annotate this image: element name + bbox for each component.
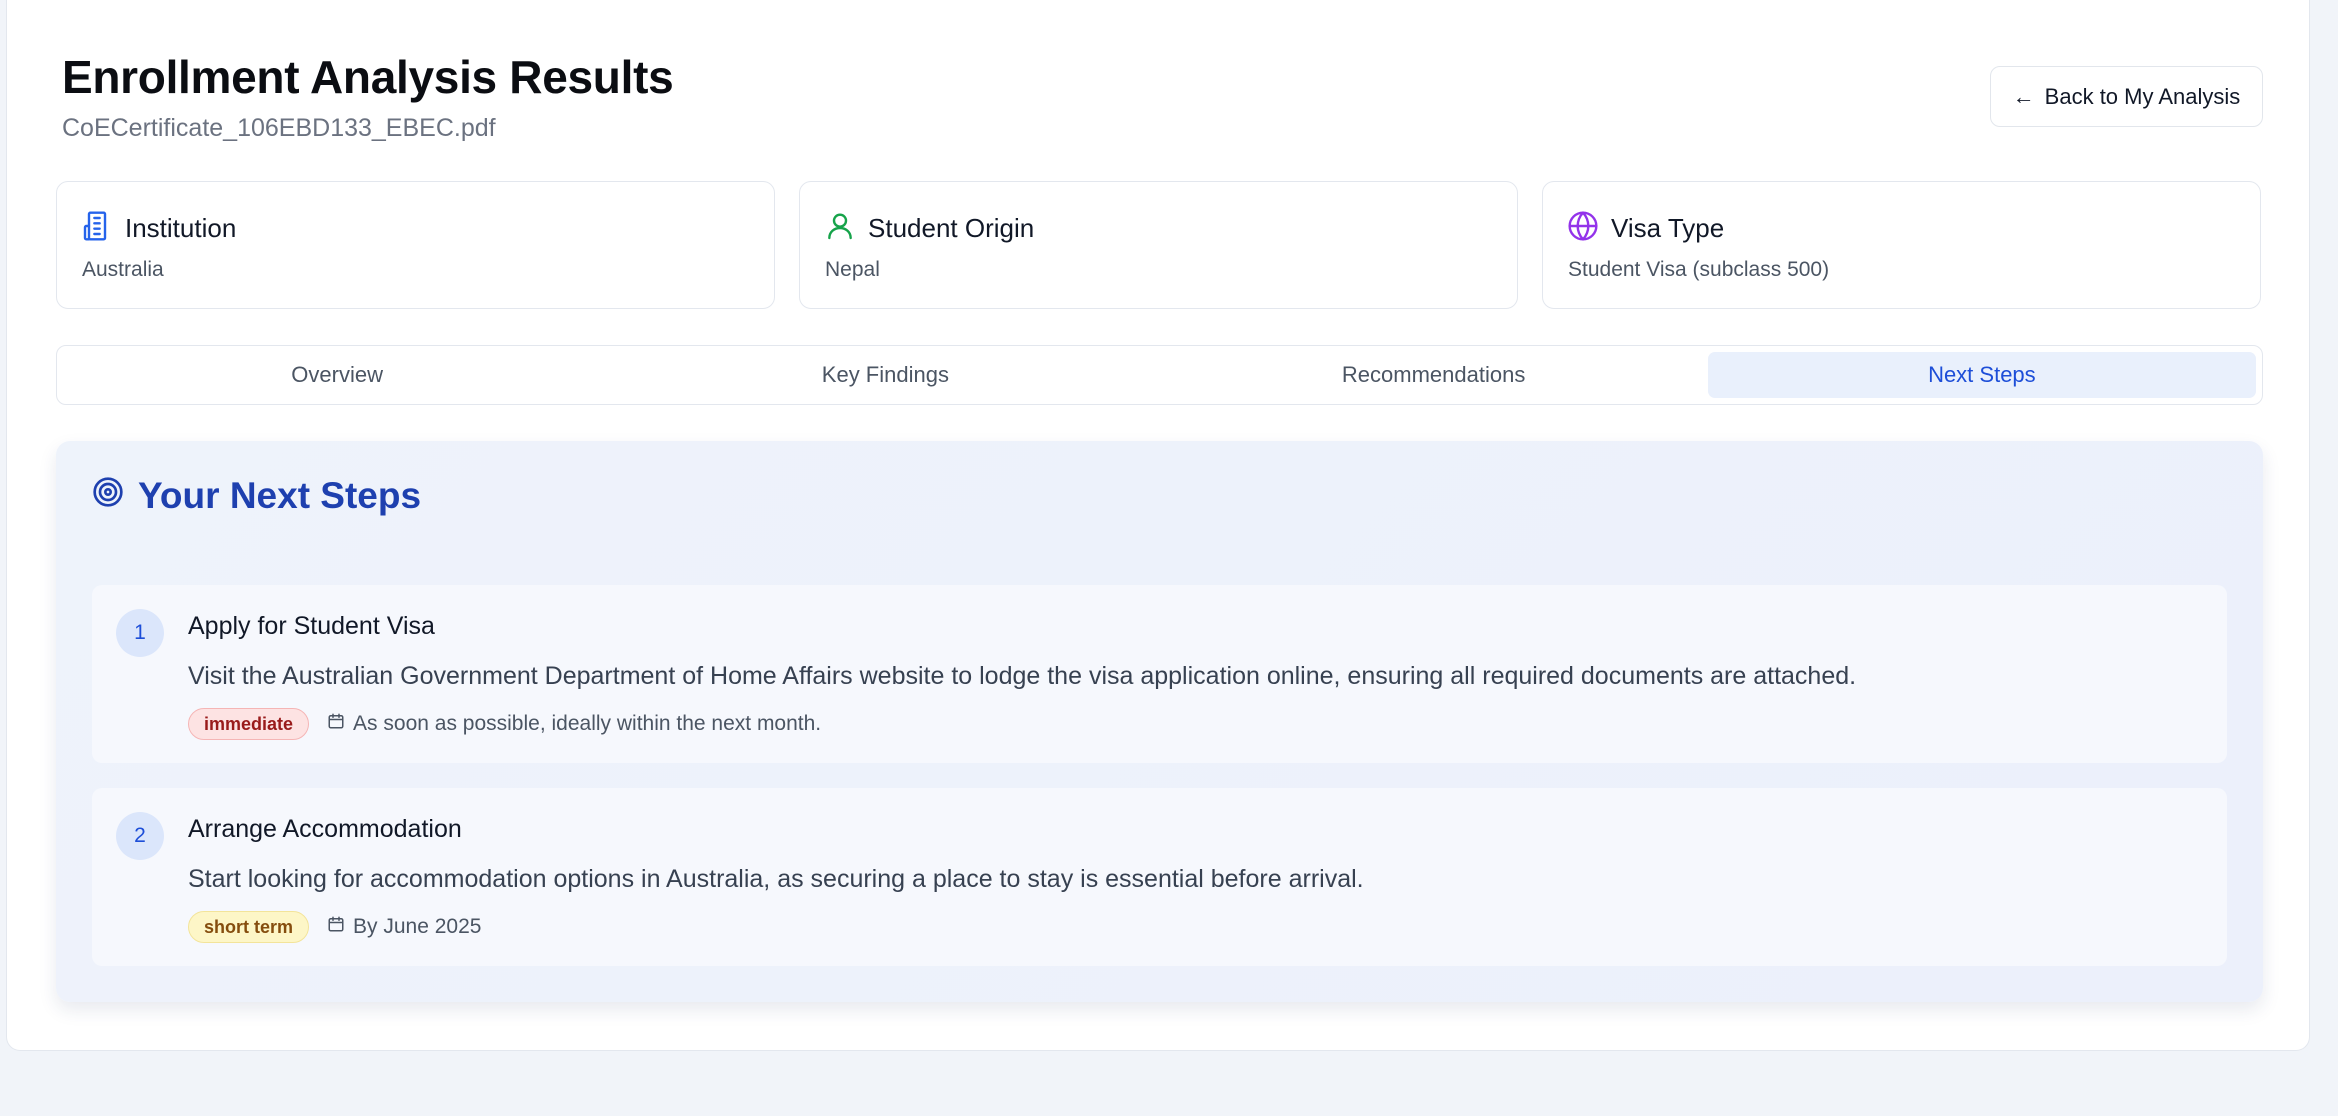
institution-label: Institution bbox=[125, 213, 237, 243]
page-title: Enrollment Analysis Results bbox=[62, 51, 674, 103]
building-icon bbox=[81, 210, 113, 247]
tab-key-findings[interactable]: Key Findings bbox=[611, 352, 1159, 398]
back-to-analysis-button[interactable]: ← Back to My Analysis bbox=[1990, 66, 2263, 127]
visa-type-card: Visa Type Student Visa (subclass 500) bbox=[1542, 181, 2261, 309]
priority-badge: immediate bbox=[188, 708, 310, 740]
step-timeline: As soon as possible, ideally within the … bbox=[327, 712, 821, 736]
step-description: Start looking for accommodation options … bbox=[188, 865, 1364, 893]
back-button-label: Back to My Analysis bbox=[2044, 83, 2241, 109]
step-number: 2 bbox=[116, 812, 164, 860]
institution-value: Australia bbox=[82, 258, 164, 281]
target-icon bbox=[92, 475, 124, 517]
tab-bar: Overview Key Findings Recommendations Ne… bbox=[56, 345, 2263, 405]
results-card: Enrollment Analysis Results CoECertifica… bbox=[6, 0, 2310, 1051]
arrow-left-icon: ← bbox=[2012, 83, 2035, 109]
visa-type-value: Student Visa (subclass 500) bbox=[1568, 258, 1830, 281]
user-icon bbox=[824, 210, 856, 247]
visa-type-label: Visa Type bbox=[1611, 213, 1725, 243]
step-description: Visit the Australian Government Departme… bbox=[188, 662, 1857, 690]
calendar-icon bbox=[327, 712, 345, 736]
timeline-text: As soon as possible, ideally within the … bbox=[353, 712, 822, 735]
step-title: Apply for Student Visa bbox=[188, 612, 435, 640]
step-item: 2 Arrange Accommodation Start looking fo… bbox=[92, 788, 2227, 966]
tab-overview[interactable]: Overview bbox=[63, 352, 611, 398]
step-timeline: By June 2025 bbox=[327, 915, 481, 939]
tab-recommendations[interactable]: Recommendations bbox=[1160, 352, 1708, 398]
institution-card: Institution Australia bbox=[56, 181, 775, 309]
student-origin-label: Student Origin bbox=[868, 213, 1035, 243]
globe-icon bbox=[1567, 210, 1599, 247]
calendar-icon bbox=[327, 915, 345, 939]
step-title: Arrange Accommodation bbox=[188, 815, 462, 843]
timeline-text: By June 2025 bbox=[353, 915, 482, 938]
student-origin-card: Student Origin Nepal bbox=[799, 181, 1518, 309]
next-steps-title: Your Next Steps bbox=[138, 475, 422, 516]
step-number: 1 bbox=[116, 609, 164, 657]
priority-badge: short term bbox=[188, 911, 310, 943]
tab-next-steps[interactable]: Next Steps bbox=[1707, 352, 2256, 398]
student-origin-value: Nepal bbox=[825, 258, 880, 281]
step-item: 1 Apply for Student Visa Visit the Austr… bbox=[92, 585, 2227, 763]
next-steps-panel: Your Next Steps 1 Apply for Student Visa… bbox=[56, 441, 2263, 1002]
file-name: CoECertificate_106EBD133_EBEC.pdf bbox=[62, 114, 496, 142]
